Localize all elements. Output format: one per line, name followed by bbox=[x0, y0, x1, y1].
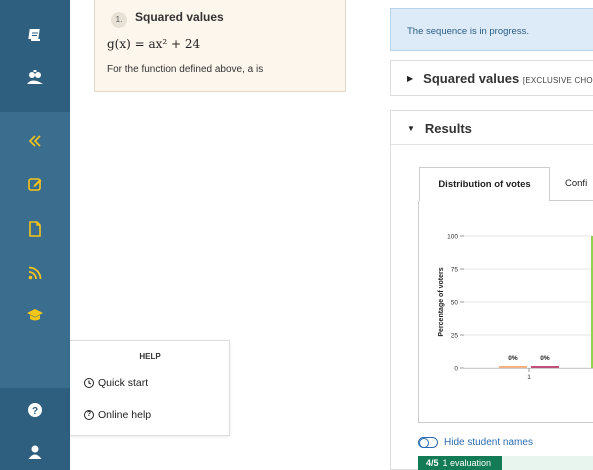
status-text: The sequence is in progress. bbox=[407, 26, 529, 37]
file-icon[interactable] bbox=[24, 218, 46, 240]
tab-confidence[interactable]: Confi bbox=[565, 167, 587, 201]
book-icon[interactable] bbox=[24, 24, 46, 46]
students-icon[interactable] bbox=[24, 66, 46, 88]
bar bbox=[499, 366, 527, 368]
hide-names-label: Hide student names bbox=[444, 437, 533, 448]
y-tick-label: 100 bbox=[447, 234, 458, 241]
hide-names-toggle[interactable]: Hide student names bbox=[418, 437, 533, 448]
question-card: 1. Squared values g(x) = ax² + 24 For th… bbox=[94, 0, 346, 92]
svg-text:?: ? bbox=[32, 406, 38, 417]
collapse-icon[interactable] bbox=[24, 130, 46, 152]
question-prompt: For the function defined above, a is bbox=[107, 64, 264, 75]
clock-icon bbox=[84, 378, 94, 388]
tab-distribution[interactable]: Distribution of votes bbox=[419, 167, 550, 201]
rss-icon[interactable] bbox=[24, 262, 46, 284]
quick-start-label: Quick start bbox=[98, 377, 149, 389]
question-title: Squared values bbox=[135, 10, 224, 24]
results-panel-title: Results bbox=[424, 121, 472, 136]
help-title: HELP bbox=[139, 352, 161, 361]
divider bbox=[391, 144, 593, 145]
toggle-switch-icon[interactable] bbox=[418, 437, 438, 448]
chart-container: 0 25 50 75 100 Percentage of voters 0% 0% 1 bbox=[418, 201, 593, 423]
results-panel: ▼ Results Distribution of votes Confi 0 2… bbox=[390, 110, 593, 470]
graduation-cap-icon[interactable] bbox=[24, 304, 46, 326]
squared-panel-subtitle: [EXCLUSIVE CHO bbox=[522, 76, 593, 85]
online-help-label: Online help bbox=[98, 409, 152, 421]
question-formula: g(x) = ax² + 24 bbox=[107, 37, 201, 51]
online-help-link[interactable]: ? Online help bbox=[84, 409, 151, 421]
help-icon[interactable]: ? bbox=[24, 399, 46, 421]
y-tick-label: 50 bbox=[451, 300, 459, 307]
y-tick-label: 0 bbox=[454, 366, 458, 373]
x-tick-label: 1 bbox=[527, 374, 531, 381]
vote-chart: 0 25 50 75 100 Percentage of voters 0% 0% 1 bbox=[438, 234, 593, 381]
squared-panel-title: Squared values [EXCLUSIVE CHO bbox=[423, 71, 593, 86]
bar bbox=[531, 366, 559, 368]
question-circle-icon: ? bbox=[84, 410, 94, 420]
y-tick-label: 25 bbox=[451, 333, 459, 340]
quick-start-link[interactable]: Quick start bbox=[84, 377, 148, 389]
edit-icon[interactable] bbox=[24, 173, 46, 195]
question-number: 1. bbox=[111, 12, 127, 28]
y-axis-label: Percentage of voters bbox=[438, 267, 445, 336]
evaluation-progress: 4/5 1 evaluation bbox=[418, 456, 593, 470]
bar-value-label: 0% bbox=[508, 355, 518, 362]
status-banner: The sequence is in progress. bbox=[390, 8, 593, 51]
caret-down-icon[interactable]: ▼ bbox=[407, 124, 415, 133]
help-popover: HELP Quick start ? Online help bbox=[70, 340, 230, 436]
squared-values-panel[interactable]: ▶ Squared values [EXCLUSIVE CHO bbox=[390, 60, 593, 96]
y-tick-label: 75 bbox=[451, 267, 459, 274]
bar-value-label: 0% bbox=[540, 355, 550, 362]
evaluation-text: 4/5 1 evaluation bbox=[426, 458, 492, 468]
sidebar: ? bbox=[0, 0, 70, 470]
user-icon[interactable] bbox=[24, 441, 46, 463]
sidebar-top bbox=[0, 0, 70, 112]
caret-right-icon[interactable]: ▶ bbox=[407, 74, 413, 83]
